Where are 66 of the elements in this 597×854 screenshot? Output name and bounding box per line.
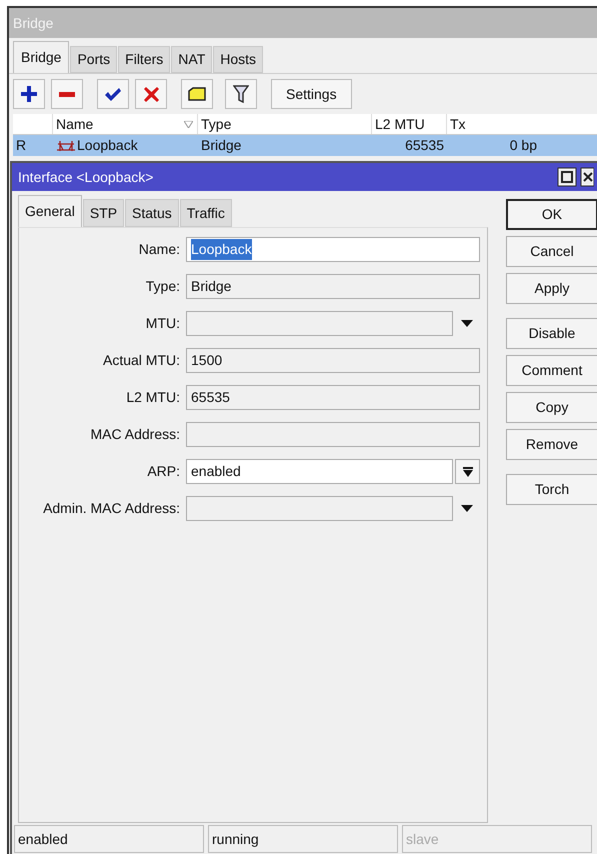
filter-icon: [233, 85, 249, 103]
sort-icon: [184, 120, 193, 128]
dialog-button[interactable]: Apply: [506, 273, 597, 304]
type-cell-text: Bridge: [200, 136, 242, 155]
input-field[interactable]: 1500: [186, 348, 480, 373]
tab[interactable]: Status: [125, 199, 179, 227]
dropdown-button[interactable]: [455, 459, 480, 484]
dialog-title: Interface <Loopback>: [18, 168, 154, 187]
maximize-icon: [557, 167, 577, 187]
dialog-button[interactable]: Remove: [506, 429, 597, 460]
note-icon: [188, 87, 206, 101]
tab[interactable]: Ports: [70, 46, 118, 73]
status-cell: enabled: [14, 825, 204, 853]
dropdown-arrow-icon: [461, 505, 473, 512]
field-label: Type:: [144, 277, 181, 296]
dialog-button[interactable]: Disable: [506, 318, 597, 349]
dialog-button[interactable]: Cancel: [506, 236, 597, 267]
field-label: ARP:: [146, 462, 181, 481]
checkmark-icon: [105, 88, 121, 100]
field-label: Name:: [138, 240, 181, 259]
comment-button[interactable]: [181, 79, 213, 109]
l2mtu-cell-text: 65535: [404, 136, 445, 155]
field-label: MAC Address:: [90, 425, 181, 444]
name-cell-text: Loopback: [77, 136, 138, 155]
dialog-button[interactable]: Comment: [506, 355, 597, 386]
settings-button[interactable]: Settings: [271, 79, 352, 109]
table-row[interactable]: R Loopback Bridge 65535 0 bp: [13, 135, 597, 156]
tx-cell-text: 0 bp: [508, 136, 538, 155]
close-icon: [580, 167, 594, 187]
field-label: Admin. MAC Address:: [42, 499, 181, 518]
tab[interactable]: Bridge: [13, 41, 70, 73]
disable-button[interactable]: [135, 79, 167, 109]
dialog-button[interactable]: OK: [506, 199, 597, 230]
dropdown-arrow-icon: [461, 320, 473, 327]
status-cell: running: [208, 825, 398, 853]
tab[interactable]: NAT: [171, 46, 212, 73]
dialog-button[interactable]: Torch: [506, 474, 597, 505]
field-label: MTU:: [144, 314, 181, 333]
tab[interactable]: Traffic: [180, 199, 232, 227]
bridge-icon: [56, 140, 76, 152]
minus-icon: [59, 92, 75, 96]
tab[interactable]: STP: [82, 199, 124, 227]
dialog-button[interactable]: Copy: [506, 392, 597, 423]
enable-button[interactable]: [97, 79, 129, 109]
input-field[interactable]: [186, 422, 480, 447]
dropdown-arrow-icon: [462, 466, 472, 476]
input-field[interactable]: enabled: [186, 459, 453, 484]
input-field[interactable]: Loopback: [186, 237, 480, 262]
tab[interactable]: Filters: [118, 46, 170, 73]
field-label: Actual MTU:: [102, 351, 181, 370]
input-field[interactable]: [186, 496, 453, 521]
plus-icon: [21, 86, 37, 102]
field-label: L2 MTU:: [125, 388, 181, 407]
column-header[interactable]: Type: [198, 114, 372, 134]
input-field[interactable]: 65535: [186, 385, 480, 410]
tab[interactable]: General: [18, 195, 82, 227]
status-cell: slave: [402, 825, 592, 853]
flag-cell-text: R: [15, 136, 28, 155]
x-icon: [144, 86, 158, 102]
filter-button[interactable]: [225, 79, 257, 109]
input-field[interactable]: [186, 311, 453, 336]
tab[interactable]: Hosts: [213, 46, 264, 73]
add-button[interactable]: [13, 79, 45, 109]
input-field[interactable]: Bridge: [186, 274, 480, 299]
window-title: Bridge: [13, 14, 54, 33]
remove-button[interactable]: [51, 79, 83, 109]
